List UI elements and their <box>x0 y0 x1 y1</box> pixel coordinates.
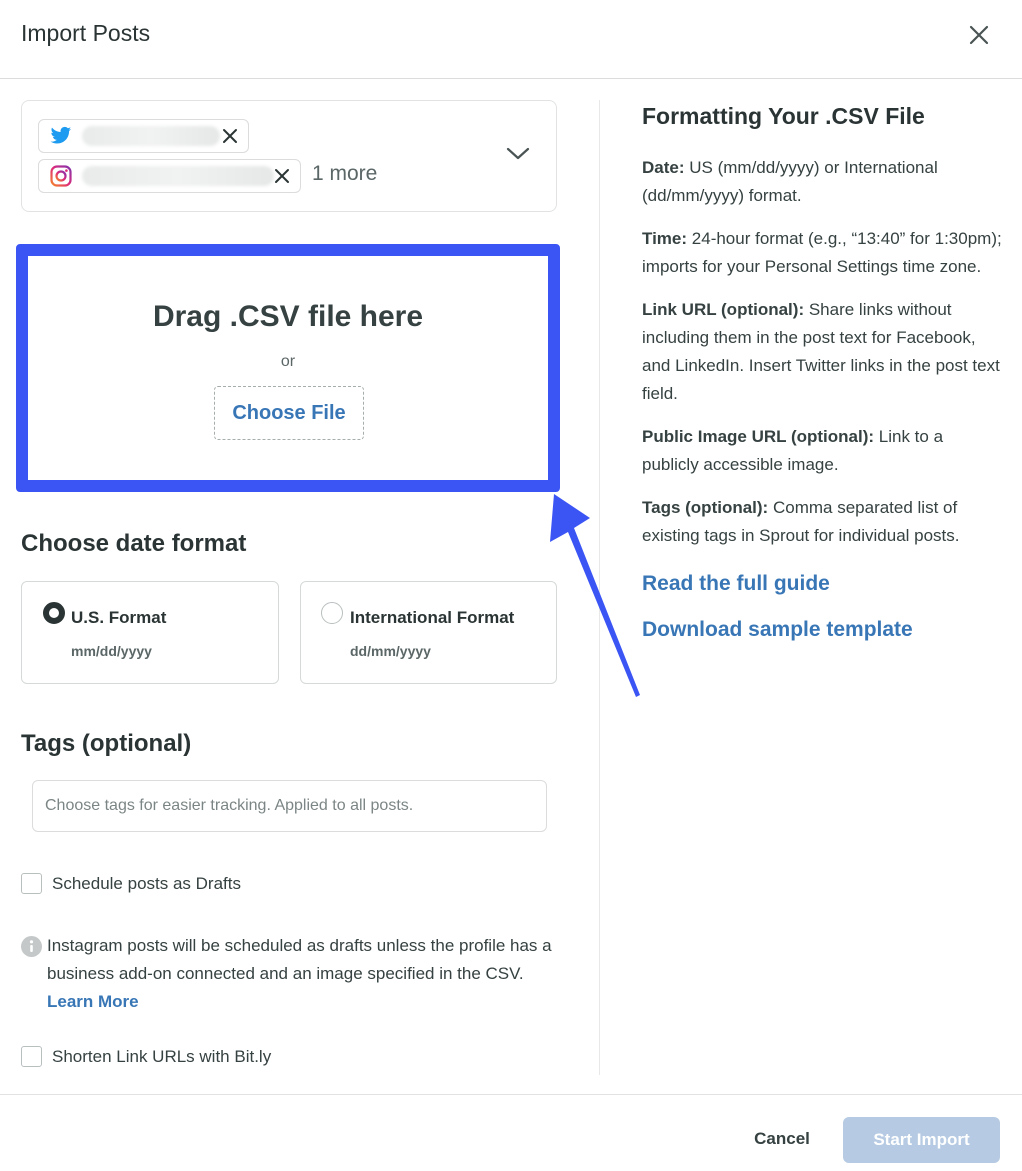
guide-item-date: Date: US (mm/dd/yyyy) or International (… <box>642 154 1002 210</box>
guide-item-image-url: Public Image URL (optional): Link to a p… <box>642 423 1002 479</box>
radio-international-format[interactable]: International Format dd/mm/yyyy <box>300 581 557 684</box>
profile-chip-instagram <box>38 159 301 193</box>
checkbox-label: Schedule posts as Drafts <box>52 873 241 893</box>
instagram-icon <box>50 165 72 187</box>
guide-item-tags: Tags (optional): Comma separated list of… <box>642 494 1002 550</box>
modal-title: Import Posts <box>21 20 151 46</box>
guide-term: Date: <box>642 158 685 177</box>
profile-chip-twitter <box>38 119 249 153</box>
radio-unselected-icon[interactable] <box>321 602 343 624</box>
dropzone-or-label: or <box>280 353 296 370</box>
close-button[interactable] <box>962 18 996 52</box>
schedule-drafts-checkbox[interactable]: Schedule posts as Drafts <box>21 873 241 894</box>
guide-item-time: Time: 24-hour format (e.g., “13:40” for … <box>642 225 1002 281</box>
choose-file-button[interactable]: Choose File <box>214 386 364 440</box>
tags-input[interactable] <box>32 780 547 832</box>
guide-term: Time: <box>642 229 688 248</box>
checkbox-box[interactable] <box>21 1046 42 1067</box>
tags-heading: Tags (optional) <box>21 730 192 757</box>
csv-dropzone[interactable]: Drag .CSV file here or Choose File <box>16 244 560 492</box>
close-icon <box>969 25 989 45</box>
checkbox-box[interactable] <box>21 873 42 894</box>
learn-more-link[interactable]: Learn More <box>47 992 139 1011</box>
start-import-button[interactable]: Start Import <box>843 1117 1000 1163</box>
info-message: Instagram posts will be scheduled as dra… <box>47 932 557 1016</box>
twitter-icon <box>50 126 72 144</box>
remove-chip-icon[interactable] <box>274 168 290 184</box>
radio-selected-icon[interactable] <box>43 602 65 624</box>
radio-label: International Format <box>350 608 515 627</box>
profile-name-redacted <box>82 166 274 186</box>
modal-header: Import Posts <box>0 0 1022 79</box>
guide-desc: US (mm/dd/yyyy) or International (dd/mm/… <box>642 158 938 205</box>
cancel-button[interactable]: Cancel <box>740 1117 824 1161</box>
info-text: Instagram posts will be scheduled as dra… <box>47 936 552 983</box>
remove-chip-icon[interactable] <box>222 128 238 144</box>
info-icon <box>21 936 42 957</box>
radio-us-format[interactable]: U.S. Format mm/dd/yyyy <box>21 581 279 684</box>
date-format-heading: Choose date format <box>21 530 247 557</box>
guide-term: Public Image URL (optional): <box>642 427 875 446</box>
guide-title: Formatting Your .CSV File <box>642 103 925 129</box>
chevron-down-icon[interactable] <box>504 143 532 163</box>
formatting-guide: Formatting Your .CSV File Date: US (mm/d… <box>642 103 1002 642</box>
checkbox-label: Shorten Link URLs with Bit.ly <box>52 1046 272 1066</box>
read-guide-link[interactable]: Read the full guide <box>642 572 1002 596</box>
profile-name-redacted <box>82 126 220 146</box>
shorten-links-checkbox[interactable]: Shorten Link URLs with Bit.ly <box>21 1046 271 1067</box>
guide-desc: 24-hour format (e.g., “13:40” for 1:30pm… <box>642 229 1002 276</box>
radio-label: U.S. Format <box>71 608 167 627</box>
dropzone-title: Drag .CSV file here <box>152 300 424 333</box>
radio-sublabel: dd/mm/yyyy <box>350 643 431 659</box>
guide-term: Tags (optional): <box>642 498 769 517</box>
more-profiles-label[interactable]: 1 more <box>312 162 377 186</box>
guide-item-link-url: Link URL (optional): Share links without… <box>642 296 1002 408</box>
modal-footer: Cancel Start Import <box>0 1094 1022 1171</box>
profile-selector[interactable]: 1 more <box>21 100 557 212</box>
guide-term: Link URL (optional): <box>642 300 805 319</box>
download-template-link[interactable]: Download sample template <box>642 618 1002 642</box>
radio-sublabel: mm/dd/yyyy <box>71 643 152 659</box>
